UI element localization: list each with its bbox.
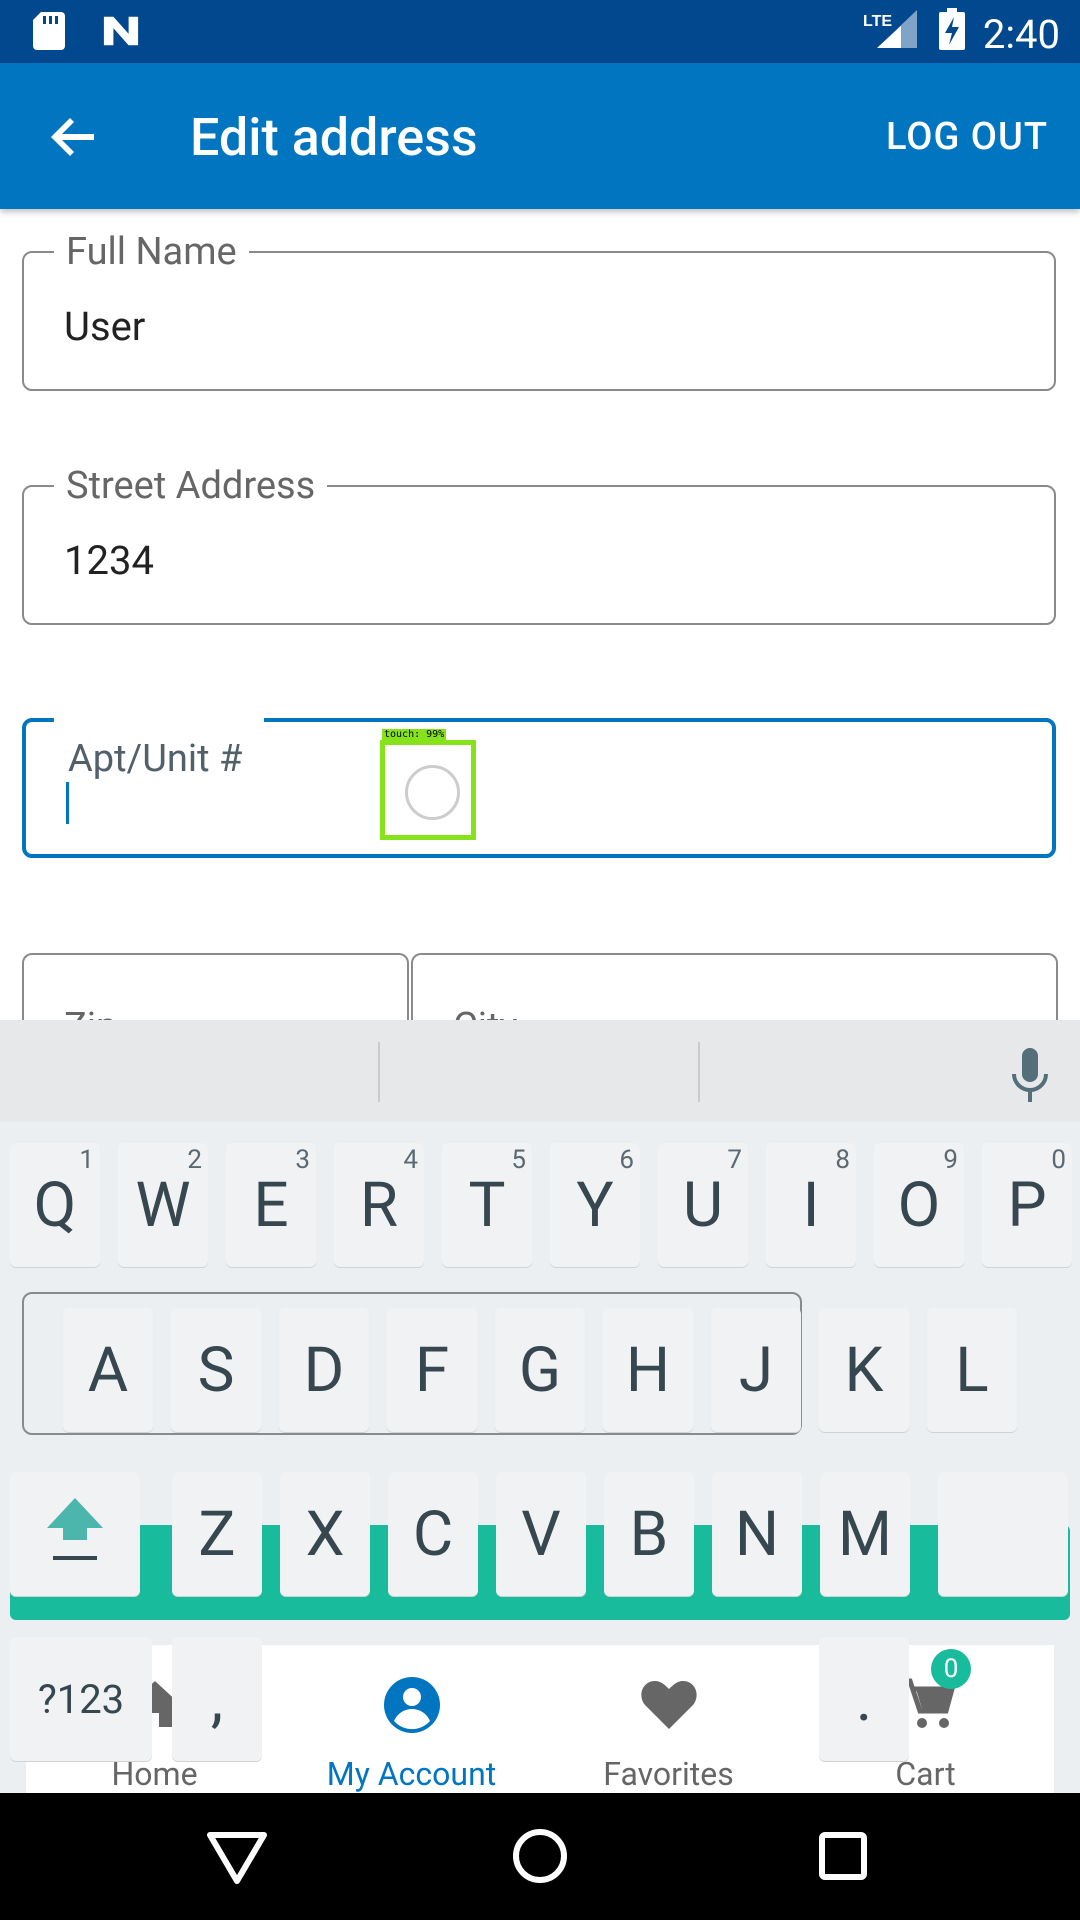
- logout-button[interactable]: LOG OUT: [886, 115, 1048, 159]
- key-hint: 7: [727, 1145, 742, 1175]
- key-hint: 2: [187, 1145, 202, 1175]
- key-k[interactable]: K: [819, 1308, 909, 1432]
- key-y[interactable]: Y6: [550, 1143, 640, 1267]
- key-l[interactable]: L: [927, 1308, 1017, 1432]
- key-x[interactable]: X: [280, 1472, 370, 1596]
- battery-charging-icon: [938, 8, 965, 60]
- key-i[interactable]: I8: [766, 1143, 856, 1267]
- key-r[interactable]: R4: [334, 1143, 424, 1267]
- key-h[interactable]: H: [603, 1308, 693, 1432]
- key-g[interactable]: G: [495, 1308, 585, 1432]
- touch-point: [405, 765, 460, 820]
- shift-arrow-icon: [47, 1498, 103, 1560]
- key-z[interactable]: Z: [172, 1472, 262, 1596]
- symbols-key[interactable]: ?123: [10, 1637, 152, 1761]
- suggestion-strip: [0, 1020, 1080, 1122]
- key-m[interactable]: M: [820, 1472, 910, 1596]
- key-w[interactable]: W2: [118, 1143, 208, 1267]
- key-label: W: [135, 1168, 191, 1242]
- key-hint: 1: [79, 1145, 94, 1175]
- full-name-label: Full Name: [54, 233, 249, 271]
- recents-square-icon[interactable]: [810, 1823, 876, 1889]
- key-o[interactable]: O9: [874, 1143, 964, 1267]
- status-bar: LTE 2:40: [0, 0, 1080, 63]
- street-address-label: Street Address: [54, 467, 328, 505]
- legend-notch: [54, 716, 264, 726]
- text-cursor: [66, 782, 69, 824]
- key-c[interactable]: C: [388, 1472, 478, 1596]
- key-b[interactable]: B: [604, 1472, 694, 1596]
- nav-favorites-label: Favorites: [603, 1755, 734, 1793]
- street-address-value: 1234: [64, 537, 154, 584]
- touch-indicator-label: touch: 99%: [382, 729, 447, 740]
- key-hint: 8: [835, 1145, 850, 1175]
- key-hint: 0: [1051, 1145, 1066, 1175]
- nav-my-account-label: My Account: [326, 1755, 497, 1793]
- page-title: Edit address: [190, 107, 478, 168]
- key-label: P: [1007, 1168, 1047, 1242]
- suggestion-divider: [378, 1042, 380, 1102]
- key-label: U: [682, 1168, 724, 1242]
- key-v[interactable]: V: [496, 1472, 586, 1596]
- key-hint: 5: [511, 1145, 526, 1175]
- key-f[interactable]: F: [387, 1308, 477, 1432]
- key-label: Q: [33, 1168, 77, 1242]
- key-a[interactable]: A: [63, 1308, 153, 1432]
- touch-indicator: [380, 740, 476, 840]
- key-u[interactable]: U7: [658, 1143, 748, 1267]
- home-circle-icon[interactable]: [507, 1823, 573, 1889]
- key-t[interactable]: T5: [442, 1143, 532, 1267]
- apt-unit-label: Apt/Unit #: [68, 737, 243, 781]
- key-j[interactable]: J: [711, 1308, 801, 1432]
- key-label: T: [468, 1168, 506, 1242]
- key-label: Y: [576, 1168, 614, 1242]
- key-label: R: [359, 1168, 399, 1242]
- key-q[interactable]: Q1: [10, 1143, 100, 1267]
- full-name-field[interactable]: Full Name User: [22, 233, 1056, 391]
- key-label: I: [802, 1168, 820, 1242]
- nav-favorites[interactable]: Favorites: [540, 1645, 797, 1793]
- suggestion-divider: [698, 1042, 700, 1102]
- key-label: E: [253, 1168, 289, 1242]
- key-hint: 4: [403, 1145, 418, 1175]
- key-s[interactable]: S: [171, 1308, 261, 1432]
- comma-key[interactable]: ,: [172, 1637, 262, 1761]
- microphone-icon[interactable]: [1010, 1048, 1050, 1104]
- key-d[interactable]: D: [279, 1308, 369, 1432]
- cart-count-badge: 0: [931, 1649, 971, 1689]
- key-n[interactable]: N: [712, 1472, 802, 1596]
- key-hint: 6: [619, 1145, 634, 1175]
- lte-signal-icon: LTE: [861, 8, 921, 60]
- street-address-field[interactable]: Street Address 1234: [22, 467, 1056, 625]
- nav-my-account[interactable]: My Account: [283, 1645, 540, 1793]
- svg-text:LTE: LTE: [863, 13, 892, 30]
- back-triangle-icon[interactable]: [204, 1823, 270, 1889]
- period-key[interactable]: .: [819, 1637, 909, 1761]
- heart-icon: [639, 1675, 699, 1735]
- key-e[interactable]: E3: [226, 1143, 316, 1267]
- key-hint: 9: [943, 1145, 958, 1175]
- system-nav-bar: [0, 1793, 1080, 1920]
- backspace-key[interactable]: [938, 1472, 1068, 1596]
- account-circle-icon: [382, 1675, 442, 1735]
- app-bar: Edit address LOG OUT: [0, 63, 1080, 209]
- back-arrow-icon[interactable]: [48, 111, 100, 163]
- shift-key[interactable]: [10, 1472, 140, 1596]
- full-name-value: User: [64, 303, 146, 350]
- key-p[interactable]: P0: [982, 1143, 1072, 1267]
- apt-unit-field[interactable]: Apt/Unit #: [22, 716, 1056, 858]
- key-label: O: [897, 1168, 941, 1242]
- clock: 2:40: [982, 10, 1060, 58]
- sd-card-icon: [30, 12, 68, 50]
- n-logo-icon: [102, 12, 140, 50]
- key-hint: 3: [295, 1145, 310, 1175]
